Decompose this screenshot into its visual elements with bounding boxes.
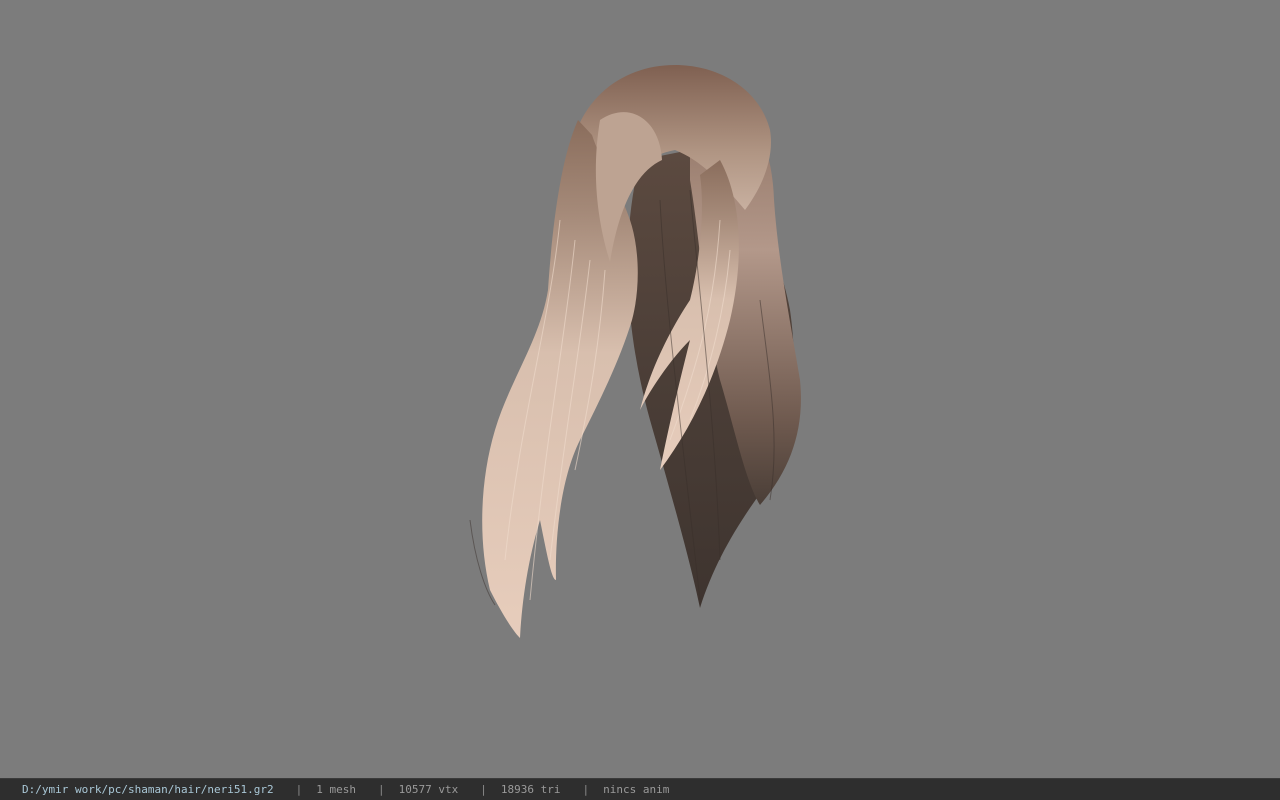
status-bar: D:/ymir work/pc/shaman/hair/neri51.gr2 | 1…: [0, 778, 1280, 800]
status-separator: |: [480, 783, 487, 796]
vertex-count-label: 10577 vtx: [398, 783, 459, 796]
triangle-count-label: 18936 tri: [500, 783, 561, 796]
mesh-count-label: 1 mesh: [316, 783, 357, 796]
anim-status-label: nincs anim: [603, 783, 670, 796]
status-separator: |: [378, 783, 385, 796]
status-separator: |: [582, 783, 590, 796]
3d-viewport[interactable]: [0, 0, 1280, 778]
hair-model[interactable]: [0, 0, 1280, 778]
status-separator: |: [295, 783, 303, 796]
file-path-label: D:/ymir work/pc/shaman/hair/neri51.gr2: [22, 783, 274, 796]
